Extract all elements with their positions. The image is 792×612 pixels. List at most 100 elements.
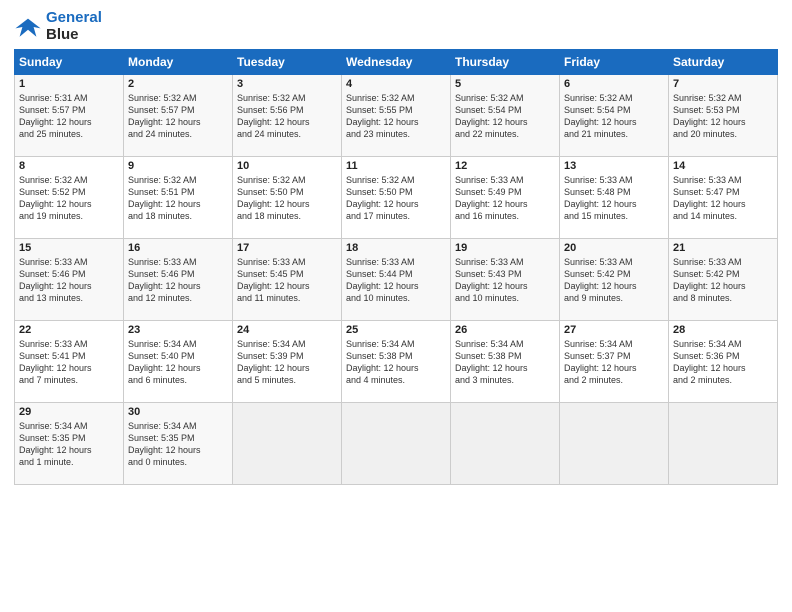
- day-number: 3: [237, 78, 337, 90]
- day-info: Sunrise: 5:32 AM Sunset: 5:50 PM Dayligh…: [237, 174, 337, 223]
- day-info: Sunrise: 5:34 AM Sunset: 5:36 PM Dayligh…: [673, 338, 773, 387]
- day-info: Sunrise: 5:33 AM Sunset: 5:43 PM Dayligh…: [455, 256, 555, 305]
- day-cell: 15 Sunrise: 5:33 AM Sunset: 5:46 PM Dayli…: [15, 239, 124, 321]
- day-info: Sunrise: 5:33 AM Sunset: 5:42 PM Dayligh…: [673, 256, 773, 305]
- day-cell: 3 Sunrise: 5:32 AM Sunset: 5:56 PM Daylig…: [233, 75, 342, 157]
- day-info: Sunrise: 5:34 AM Sunset: 5:38 PM Dayligh…: [346, 338, 446, 387]
- day-number: 24: [237, 324, 337, 336]
- day-info: Sunrise: 5:32 AM Sunset: 5:53 PM Dayligh…: [673, 92, 773, 141]
- day-number: 23: [128, 324, 228, 336]
- day-number: 28: [673, 324, 773, 336]
- day-number: 18: [346, 242, 446, 254]
- day-cell: 25 Sunrise: 5:34 AM Sunset: 5:38 PM Dayli…: [342, 321, 451, 403]
- day-cell: 1Sunrise: 5:31 AM Sunset: 5:57 PM Daylig…: [15, 75, 124, 157]
- day-cell: 24 Sunrise: 5:34 AM Sunset: 5:39 PM Dayli…: [233, 321, 342, 403]
- day-number: 6: [564, 78, 664, 90]
- week-row-4: 22 Sunrise: 5:33 AM Sunset: 5:41 PM Dayli…: [15, 321, 778, 403]
- day-cell: 7 Sunrise: 5:32 AM Sunset: 5:53 PM Daylig…: [669, 75, 778, 157]
- day-cell: 9 Sunrise: 5:32 AM Sunset: 5:51 PM Daylig…: [124, 157, 233, 239]
- day-number: 22: [19, 324, 119, 336]
- day-cell: [451, 403, 560, 485]
- day-info: Sunrise: 5:33 AM Sunset: 5:48 PM Dayligh…: [564, 174, 664, 223]
- day-cell: 8 Sunrise: 5:32 AM Sunset: 5:52 PM Daylig…: [15, 157, 124, 239]
- day-info: Sunrise: 5:34 AM Sunset: 5:39 PM Dayligh…: [237, 338, 337, 387]
- day-number: 25: [346, 324, 446, 336]
- day-info: Sunrise: 5:33 AM Sunset: 5:42 PM Dayligh…: [564, 256, 664, 305]
- day-number: 4: [346, 78, 446, 90]
- day-cell: 2Sunrise: 5:32 AM Sunset: 5:57 PM Daylig…: [124, 75, 233, 157]
- logo-icon: [14, 13, 42, 41]
- header: GeneralBlue: [14, 10, 778, 43]
- day-info: Sunrise: 5:33 AM Sunset: 5:45 PM Dayligh…: [237, 256, 337, 305]
- day-cell: 22 Sunrise: 5:33 AM Sunset: 5:41 PM Dayli…: [15, 321, 124, 403]
- day-number: 30: [128, 406, 228, 418]
- day-info: Sunrise: 5:34 AM Sunset: 5:37 PM Dayligh…: [564, 338, 664, 387]
- calendar-table: Sunday Monday Tuesday Wednesday Thursday…: [14, 49, 778, 485]
- day-info: Sunrise: 5:33 AM Sunset: 5:49 PM Dayligh…: [455, 174, 555, 223]
- day-number: 19: [455, 242, 555, 254]
- day-cell: 10 Sunrise: 5:32 AM Sunset: 5:50 PM Dayli…: [233, 157, 342, 239]
- week-row-1: 1Sunrise: 5:31 AM Sunset: 5:57 PM Daylig…: [15, 75, 778, 157]
- day-cell: [669, 403, 778, 485]
- day-number: 16: [128, 242, 228, 254]
- day-cell: 18 Sunrise: 5:33 AM Sunset: 5:44 PM Dayli…: [342, 239, 451, 321]
- day-cell: 11Sunrise: 5:32 AM Sunset: 5:50 PM Dayli…: [342, 157, 451, 239]
- day-number: 9: [128, 160, 228, 172]
- header-row: Sunday Monday Tuesday Wednesday Thursday…: [15, 50, 778, 75]
- day-number: 11: [346, 160, 446, 172]
- day-cell: 27 Sunrise: 5:34 AM Sunset: 5:37 PM Dayli…: [560, 321, 669, 403]
- day-info: Sunrise: 5:32 AM Sunset: 5:51 PM Dayligh…: [128, 174, 228, 223]
- day-number: 20: [564, 242, 664, 254]
- col-wednesday: Wednesday: [342, 50, 451, 75]
- day-cell: 14Sunrise: 5:33 AM Sunset: 5:47 PM Dayli…: [669, 157, 778, 239]
- day-info: Sunrise: 5:32 AM Sunset: 5:54 PM Dayligh…: [455, 92, 555, 141]
- day-cell: 30 Sunrise: 5:34 AM Sunset: 5:35 PM Dayli…: [124, 403, 233, 485]
- day-number: 26: [455, 324, 555, 336]
- day-info: Sunrise: 5:33 AM Sunset: 5:41 PM Dayligh…: [19, 338, 119, 387]
- day-number: 13: [564, 160, 664, 172]
- day-cell: 23 Sunrise: 5:34 AM Sunset: 5:40 PM Dayli…: [124, 321, 233, 403]
- day-info: Sunrise: 5:32 AM Sunset: 5:55 PM Dayligh…: [346, 92, 446, 141]
- day-info: Sunrise: 5:34 AM Sunset: 5:38 PM Dayligh…: [455, 338, 555, 387]
- day-number: 10: [237, 160, 337, 172]
- logo: GeneralBlue: [14, 10, 102, 43]
- col-saturday: Saturday: [669, 50, 778, 75]
- day-cell: 5 Sunrise: 5:32 AM Sunset: 5:54 PM Daylig…: [451, 75, 560, 157]
- day-info: Sunrise: 5:32 AM Sunset: 5:56 PM Dayligh…: [237, 92, 337, 141]
- day-cell: 12Sunrise: 5:33 AM Sunset: 5:49 PM Dayli…: [451, 157, 560, 239]
- day-info: Sunrise: 5:33 AM Sunset: 5:44 PM Dayligh…: [346, 256, 446, 305]
- day-cell: 17Sunrise: 5:33 AM Sunset: 5:45 PM Dayli…: [233, 239, 342, 321]
- week-row-3: 15 Sunrise: 5:33 AM Sunset: 5:46 PM Dayli…: [15, 239, 778, 321]
- col-friday: Friday: [560, 50, 669, 75]
- week-row-2: 8 Sunrise: 5:32 AM Sunset: 5:52 PM Daylig…: [15, 157, 778, 239]
- day-info: Sunrise: 5:33 AM Sunset: 5:46 PM Dayligh…: [128, 256, 228, 305]
- day-cell: 4 Sunrise: 5:32 AM Sunset: 5:55 PM Daylig…: [342, 75, 451, 157]
- day-cell: 6Sunrise: 5:32 AM Sunset: 5:54 PM Daylig…: [560, 75, 669, 157]
- col-thursday: Thursday: [451, 50, 560, 75]
- day-number: 7: [673, 78, 773, 90]
- day-info: Sunrise: 5:34 AM Sunset: 5:35 PM Dayligh…: [128, 420, 228, 469]
- col-sunday: Sunday: [15, 50, 124, 75]
- day-number: 8: [19, 160, 119, 172]
- day-cell: 28 Sunrise: 5:34 AM Sunset: 5:36 PM Dayli…: [669, 321, 778, 403]
- day-cell: 16 Sunrise: 5:33 AM Sunset: 5:46 PM Dayli…: [124, 239, 233, 321]
- day-cell: 19 Sunrise: 5:33 AM Sunset: 5:43 PM Dayli…: [451, 239, 560, 321]
- day-info: Sunrise: 5:34 AM Sunset: 5:40 PM Dayligh…: [128, 338, 228, 387]
- day-number: 29: [19, 406, 119, 418]
- day-cell: 26 Sunrise: 5:34 AM Sunset: 5:38 PM Dayli…: [451, 321, 560, 403]
- col-tuesday: Tuesday: [233, 50, 342, 75]
- day-cell: 21Sunrise: 5:33 AM Sunset: 5:42 PM Dayli…: [669, 239, 778, 321]
- day-number: 1: [19, 78, 119, 90]
- day-number: 27: [564, 324, 664, 336]
- week-row-5: 29 Sunrise: 5:34 AM Sunset: 5:35 PM Dayli…: [15, 403, 778, 485]
- day-number: 5: [455, 78, 555, 90]
- col-monday: Monday: [124, 50, 233, 75]
- day-info: Sunrise: 5:32 AM Sunset: 5:57 PM Dayligh…: [128, 92, 228, 141]
- day-info: Sunrise: 5:34 AM Sunset: 5:35 PM Dayligh…: [19, 420, 119, 469]
- day-info: Sunrise: 5:33 AM Sunset: 5:46 PM Dayligh…: [19, 256, 119, 305]
- day-info: Sunrise: 5:32 AM Sunset: 5:52 PM Dayligh…: [19, 174, 119, 223]
- day-number: 15: [19, 242, 119, 254]
- day-cell: 13 Sunrise: 5:33 AM Sunset: 5:48 PM Dayli…: [560, 157, 669, 239]
- day-cell: 20 Sunrise: 5:33 AM Sunset: 5:42 PM Dayli…: [560, 239, 669, 321]
- day-info: Sunrise: 5:33 AM Sunset: 5:47 PM Dayligh…: [673, 174, 773, 223]
